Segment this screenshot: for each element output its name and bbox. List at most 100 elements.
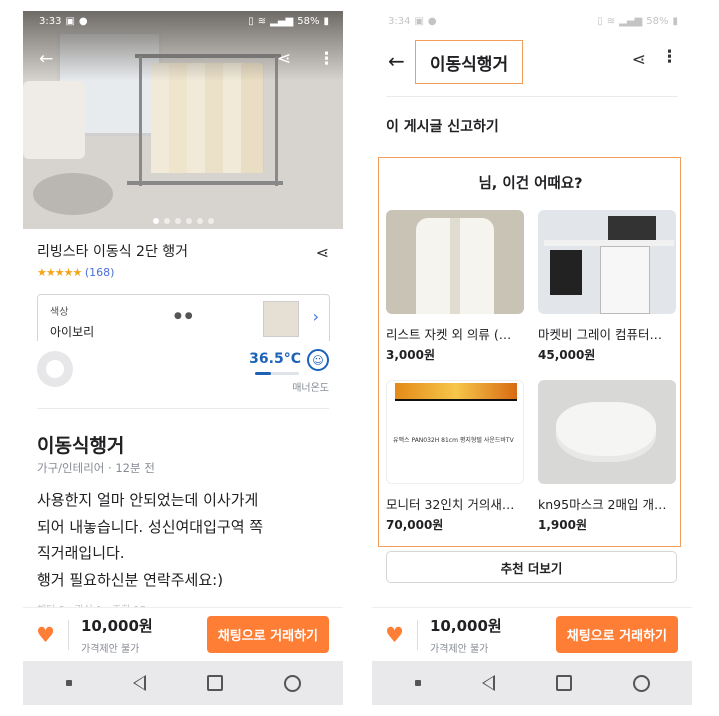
- nav-back-icon[interactable]: [481, 675, 495, 691]
- share-icon[interactable]: ⋖: [632, 50, 646, 70]
- signal-icon: ▂▄▆: [270, 16, 294, 27]
- chat-trade-button[interactable]: 채팅으로 거래하기: [206, 616, 329, 653]
- nav-home-icon[interactable]: [206, 675, 223, 691]
- heart-icon[interactable]: ♥: [23, 619, 69, 650]
- more-options-icon[interactable]: ⋮: [318, 49, 335, 69]
- recommended-item[interactable]: 리스트 자켓 외 의류 (… 3,000원: [386, 210, 524, 363]
- bottom-action-bar: ♥ 10,000원 가격제안 불가 채팅으로 거래하기: [23, 607, 343, 661]
- vibrate-icon: ▯: [248, 16, 254, 27]
- product-image-carousel[interactable]: ← ⋖ ⋮: [23, 11, 343, 229]
- item-name: 마켓비 그레이 컴퓨터…: [538, 327, 662, 342]
- divider: [386, 96, 678, 97]
- nav-menu-icon[interactable]: [414, 680, 421, 686]
- recommendation-title: 님, 이건 어때요?: [478, 176, 583, 192]
- product-detail-screen: ← ⋖ ⋮ 3:33 ▣ ● ▯ ≋ ▂▄▆ 58% ▮ 리빙스타 이동식 2단 행거 ⋖ …: [23, 11, 343, 705]
- carousel-dot[interactable]: [152, 218, 159, 224]
- status-time: 3:34: [388, 16, 411, 27]
- product-name: 리빙스타 이동식 2단 행거: [37, 244, 189, 260]
- system-nav-bar: [23, 661, 343, 705]
- page-title: 이동식행거: [429, 54, 509, 75]
- divider: [37, 408, 329, 409]
- item-thumbnail: [538, 210, 676, 314]
- item-price: 3,000원: [386, 348, 435, 362]
- chat-trade-button[interactable]: 채팅으로 거래하기: [555, 616, 678, 653]
- more-options-icon[interactable]: ⋮: [661, 47, 678, 67]
- hanger-rack-base: [127, 181, 283, 185]
- recommended-item[interactable]: 유맥스 PAN032H 81cm 평지형텔 사운드바TV 모니터 32인치 거의…: [386, 380, 524, 533]
- post-meta: 가구/인테리어 · 12분 전: [37, 461, 155, 475]
- nav-recents-icon[interactable]: [632, 674, 650, 692]
- item-name: 모니터 32인치 거의새…: [386, 497, 515, 512]
- report-post-link[interactable]: 이 게시글 신고하기: [386, 116, 499, 136]
- system-nav-bar: [372, 661, 692, 705]
- temperature-bar: [255, 372, 299, 375]
- battery-text: 58%: [646, 16, 669, 27]
- share-icon[interactable]: ⋖: [316, 243, 329, 262]
- share-icon[interactable]: ⋖: [277, 49, 291, 69]
- notification-icon: ●: [427, 16, 437, 27]
- post-body-line: 되어 내놓습니다. 성신여대입구역 쪽: [37, 517, 264, 536]
- item-name: kn95마스크 2매입 개…: [538, 497, 667, 512]
- nav-recents-icon[interactable]: [283, 674, 301, 692]
- back-arrow-icon[interactable]: ←: [388, 49, 405, 73]
- title-highlight-box: 이동식행거: [415, 40, 523, 84]
- price: 10,000원: [430, 616, 502, 635]
- carousel-dot[interactable]: [207, 218, 214, 224]
- battery-text: 58%: [297, 16, 320, 27]
- nav-back-icon[interactable]: [132, 675, 146, 691]
- manner-label: 매너온도: [292, 383, 329, 394]
- rating-stars-icon: ★★★★★: [37, 266, 82, 279]
- chevron-right-icon[interactable]: ›: [313, 307, 319, 326]
- top-app-bar: ← 이동식행거 ⋖ ⋮: [372, 33, 692, 87]
- wifi-icon: ≋: [606, 16, 616, 27]
- battery-icon: ▮: [672, 16, 678, 27]
- signal-icon: ▂▄▆: [619, 16, 643, 27]
- carousel-dots: [23, 218, 343, 224]
- color-thumbnail: [263, 301, 299, 337]
- manner-temperature: 36.5°C: [249, 351, 301, 367]
- post-title: 이동식행거: [37, 435, 125, 457]
- option-pager-dots: ● ●: [174, 311, 193, 321]
- carousel-dot[interactable]: [174, 218, 181, 224]
- thumbnail-text: 유맥스 PAN032H 81cm 평지형텔 사운드바TV: [393, 437, 514, 444]
- seller-profile[interactable]: 36.5°C ☺ 매너온도: [23, 341, 343, 409]
- status-bar: 3:33 ▣ ● ▯ ≋ ▂▄▆ 58% ▮: [23, 11, 343, 33]
- avatar[interactable]: [37, 351, 73, 387]
- nav-home-icon[interactable]: [555, 675, 572, 691]
- bottom-action-bar: ♥ 10,000원 가격제안 불가 채팅으로 거래하기: [372, 607, 692, 661]
- background-sofa: [23, 81, 85, 159]
- price-offer-note: 가격제안 불가: [81, 643, 140, 655]
- battery-icon: ▮: [323, 16, 329, 27]
- status-bar: 3:34 ▣ ● ▯ ≋ ▂▄▆ 58% ▮: [372, 11, 692, 33]
- wifi-icon: ≋: [257, 16, 267, 27]
- more-recommendations-button[interactable]: 추천 더보기: [386, 551, 677, 583]
- post-body-line: 직거래입니다.: [37, 544, 125, 562]
- heart-icon[interactable]: ♥: [372, 619, 418, 650]
- item-thumbnail: 유맥스 PAN032H 81cm 평지형텔 사운드바TV: [386, 380, 524, 484]
- product-rating: ★★★★★ (168): [37, 266, 329, 279]
- carousel-dot[interactable]: [185, 218, 192, 224]
- gallery-icon: ▣: [414, 16, 424, 27]
- smile-face-icon: ☺: [307, 349, 329, 371]
- carousel-dot[interactable]: [163, 218, 170, 224]
- post-body-line: 사용한지 얼마 안되었는데 이사가게: [37, 491, 259, 509]
- item-thumbnail: [386, 210, 524, 314]
- temperature-bar-fill: [255, 372, 272, 375]
- vibrate-icon: ▯: [597, 16, 603, 27]
- notification-icon: ●: [78, 16, 88, 27]
- gallery-icon: ▣: [65, 16, 75, 27]
- post-body: 사용한지 얼마 안되었는데 이사가게 되어 내놓습니다. 성신여대입구역 쪽 직…: [37, 487, 329, 593]
- carousel-dot[interactable]: [196, 218, 203, 224]
- back-arrow-icon[interactable]: ←: [39, 49, 53, 69]
- rating-count: (168): [84, 266, 115, 279]
- recommended-item[interactable]: 마켓비 그레이 컴퓨터… 45,000원: [538, 210, 676, 363]
- background-rug: [33, 173, 113, 215]
- item-thumbnail: [538, 380, 676, 484]
- price-offer-note: 가격제안 불가: [430, 643, 489, 655]
- post-body-line: 행거 필요하신분 연락주세요:): [37, 570, 224, 589]
- recommended-item[interactable]: kn95마스크 2매입 개… 1,900원: [538, 380, 676, 533]
- status-time: 3:33: [39, 16, 62, 27]
- price: 10,000원: [81, 616, 153, 635]
- item-price: 1,900원: [538, 518, 587, 532]
- nav-menu-icon[interactable]: [65, 680, 72, 686]
